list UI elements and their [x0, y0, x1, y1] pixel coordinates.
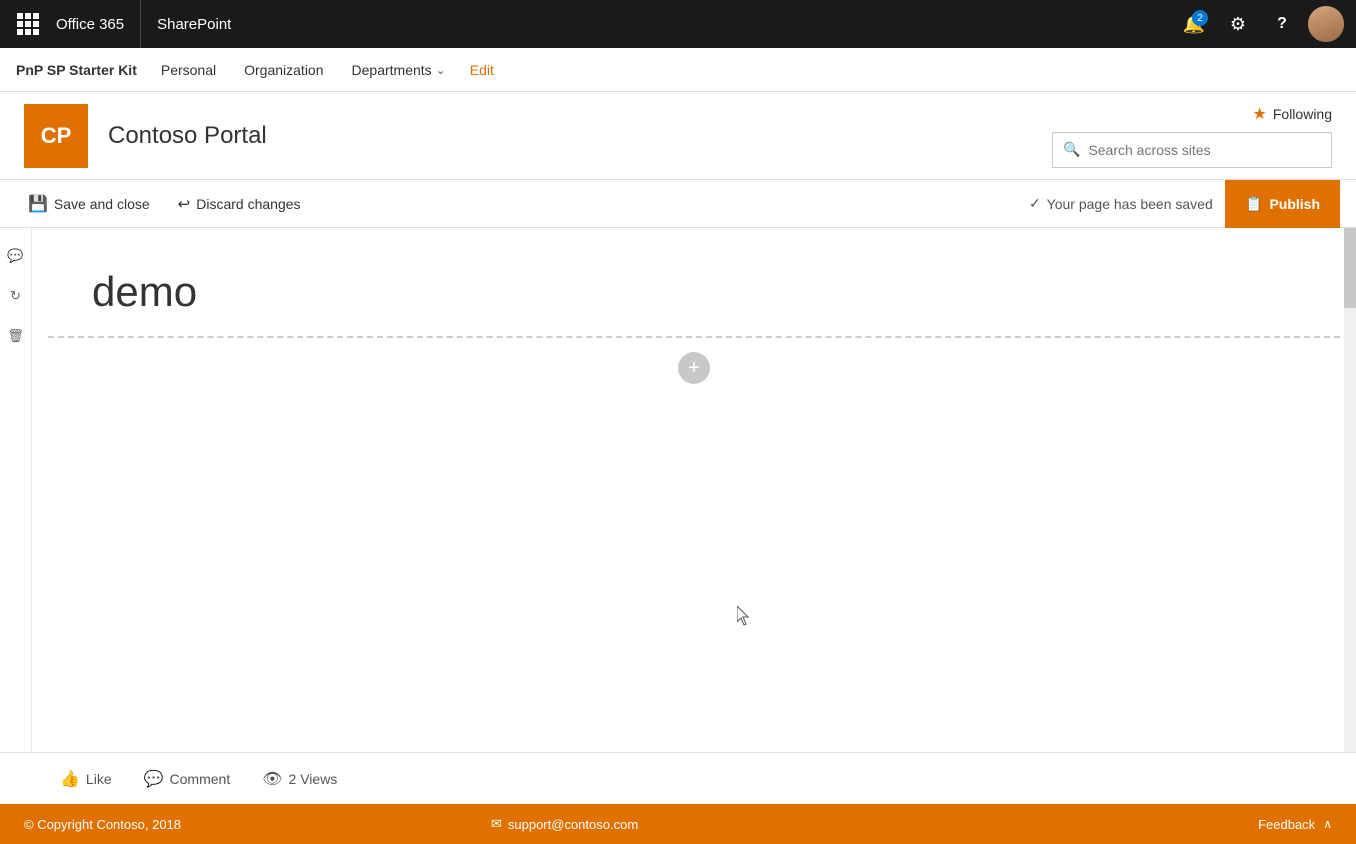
- page-title[interactable]: demo: [92, 268, 197, 315]
- following-label: Following: [1273, 106, 1332, 122]
- nav-item-organization[interactable]: Organization: [232, 48, 335, 92]
- page-title-area[interactable]: demo: [32, 228, 1356, 336]
- chevron-up-icon: ∧: [1323, 817, 1332, 831]
- email-icon: ✉: [491, 816, 502, 832]
- star-icon: ★: [1253, 104, 1267, 124]
- waffle-menu-button[interactable]: [12, 8, 44, 40]
- following-button[interactable]: ★ Following: [1253, 104, 1332, 124]
- nav-item-departments[interactable]: Departments ⌄: [340, 48, 458, 92]
- top-navigation-bar: Office 365 SharePoint 🔔 2 ⚙ ?: [0, 0, 1356, 48]
- like-label: Like: [86, 771, 112, 787]
- page-header: CP Contoso Portal ★ Following 🔍: [0, 92, 1356, 180]
- views-indicator: 👁 2 Views: [262, 769, 337, 789]
- gear-icon: ⚙: [1230, 14, 1246, 35]
- chevron-down-icon: ⌄: [436, 63, 446, 77]
- scrollbar-thumb[interactable]: [1344, 228, 1356, 308]
- settings-button[interactable]: ⚙: [1220, 6, 1256, 42]
- sidebar-share-icon[interactable]: ↻: [4, 284, 28, 308]
- publish-button[interactable]: 📋 Publish: [1225, 180, 1340, 228]
- save-and-close-label: Save and close: [54, 196, 150, 212]
- like-icon: 👍: [60, 769, 80, 789]
- saved-message: ✓ Your page has been saved: [1029, 195, 1213, 212]
- page-body[interactable]: [32, 398, 1356, 698]
- share-icon: ↻: [10, 288, 21, 304]
- footer-right: Feedback ∧: [1258, 817, 1332, 832]
- discard-changes-label: Discard changes: [196, 196, 300, 212]
- nav-item-personal[interactable]: Personal: [149, 48, 228, 92]
- product-name: SharePoint: [157, 16, 231, 33]
- question-icon: ?: [1277, 15, 1287, 33]
- site-logo-text: CP: [41, 123, 72, 149]
- user-avatar[interactable]: [1308, 6, 1344, 42]
- header-right-actions: ★ Following 🔍: [1052, 104, 1332, 168]
- comment-icon: 💬: [144, 769, 164, 789]
- avatar-image: [1308, 6, 1344, 42]
- add-section-button[interactable]: +: [678, 352, 710, 384]
- site-name: PnP SP Starter Kit: [16, 62, 137, 78]
- comment-button[interactable]: 💬 Comment: [144, 769, 231, 789]
- feedback-label: Feedback: [1258, 817, 1315, 832]
- comment-icon: 💬: [7, 248, 23, 264]
- scrollbar-track[interactable]: [1344, 228, 1356, 752]
- toolbar-right: ✓ Your page has been saved 📋 Publish: [1029, 180, 1340, 228]
- nav-label-personal: Personal: [161, 62, 216, 78]
- support-email: support@contoso.com: [508, 817, 638, 832]
- help-button[interactable]: ?: [1264, 6, 1300, 42]
- copyright-text: © Copyright Contoso, 2018: [24, 817, 181, 832]
- site-navigation: PnP SP Starter Kit Personal Organization…: [0, 48, 1356, 92]
- footer-contact: ✉ support@contoso.com: [491, 816, 638, 832]
- top-bar-actions: 🔔 2 ⚙ ?: [1176, 6, 1344, 42]
- publish-icon: 📋: [1245, 195, 1264, 213]
- nav-label-organization: Organization: [244, 62, 323, 78]
- left-sidebar: 💬 ↻ 🗑: [0, 228, 32, 752]
- edit-toolbar: 💾 Save and close ↩ Discard changes ✓ You…: [0, 180, 1356, 228]
- like-button[interactable]: 👍 Like: [60, 769, 112, 789]
- main-content-wrapper: 💬 ↻ 🗑 demo +: [0, 228, 1356, 752]
- plus-icon: +: [688, 358, 700, 378]
- comment-label: Comment: [170, 771, 231, 787]
- sidebar-delete-icon[interactable]: 🗑: [4, 324, 28, 348]
- notification-badge: 2: [1192, 10, 1208, 26]
- delete-icon: 🗑: [7, 328, 24, 344]
- notification-button[interactable]: 🔔 2: [1176, 6, 1212, 42]
- nav-label-edit: Edit: [470, 62, 494, 78]
- save-and-close-button[interactable]: 💾 Save and close: [16, 188, 162, 220]
- search-box[interactable]: 🔍: [1052, 132, 1332, 168]
- add-section-area[interactable]: +: [32, 338, 1356, 398]
- check-icon: ✓: [1029, 195, 1041, 212]
- search-icon: 🔍: [1063, 141, 1080, 158]
- views-label: 2 Views: [289, 771, 338, 787]
- page-footer: © Copyright Contoso, 2018 ✉ support@cont…: [0, 804, 1356, 844]
- site-logo: CP: [24, 104, 88, 168]
- saved-message-text: Your page has been saved: [1047, 196, 1213, 212]
- search-input[interactable]: [1088, 142, 1321, 158]
- site-title: Contoso Portal: [108, 122, 267, 150]
- discard-changes-button[interactable]: ↩ Discard changes: [166, 189, 313, 219]
- page-canvas: demo +: [32, 228, 1356, 752]
- discard-icon: ↩: [178, 195, 191, 213]
- nav-label-departments: Departments: [352, 62, 432, 78]
- nav-item-edit[interactable]: Edit: [462, 62, 502, 78]
- office-app-name: Office 365: [56, 16, 124, 33]
- publish-label: Publish: [1269, 196, 1320, 212]
- save-icon: 💾: [28, 194, 48, 214]
- content-area: demo +: [32, 228, 1356, 752]
- feedback-button[interactable]: Feedback: [1258, 817, 1315, 832]
- bottom-action-bar: 👍 Like 💬 Comment 👁 2 Views: [0, 752, 1356, 804]
- office-brand: Office 365: [56, 0, 141, 48]
- views-icon: 👁: [262, 769, 282, 789]
- sidebar-comment-icon[interactable]: 💬: [4, 244, 28, 268]
